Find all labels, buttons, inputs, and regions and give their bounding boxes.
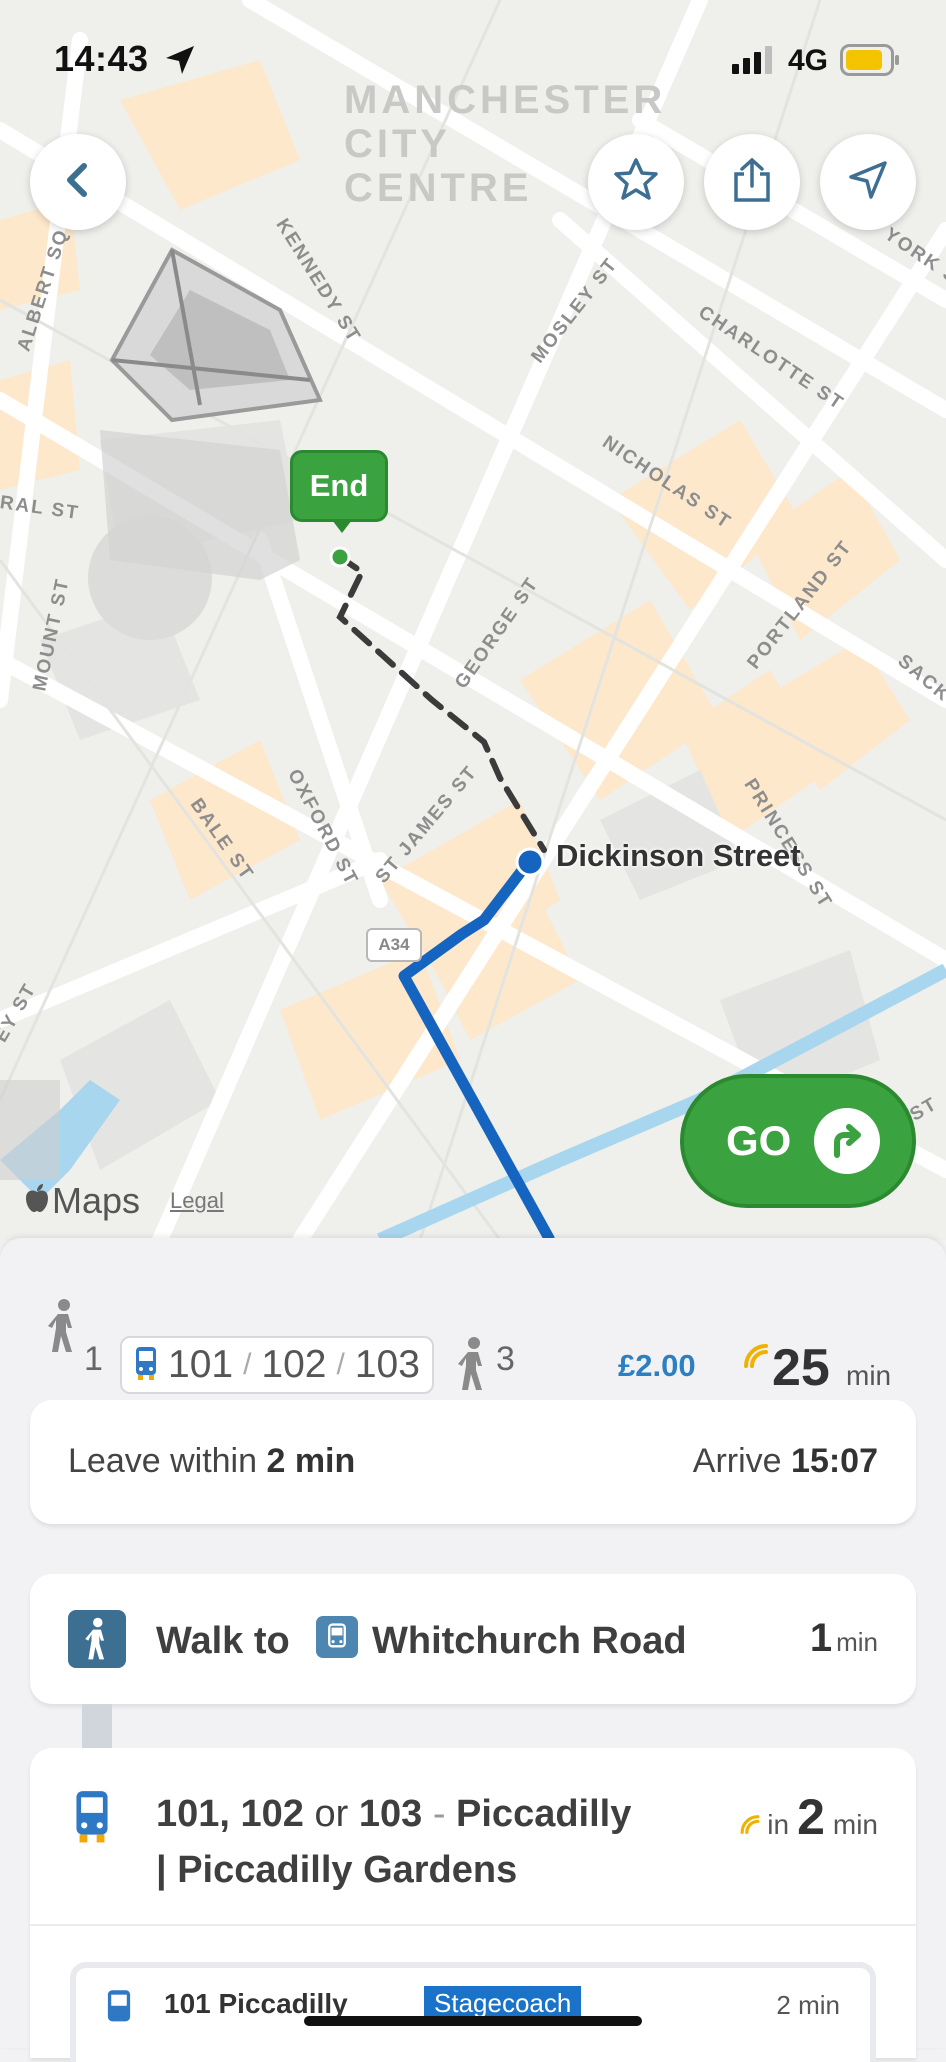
bus-icon bbox=[72, 1788, 112, 1849]
bus-due: in 2 min bbox=[739, 1788, 878, 1846]
stop-label[interactable]: Dickinson Street bbox=[556, 838, 801, 874]
chevron-left-icon bbox=[58, 160, 98, 205]
leave-value: 2 min bbox=[266, 1442, 356, 1480]
bus-destination: Piccadilly bbox=[456, 1793, 632, 1835]
walk-step-card[interactable]: Walk to Whitchurch Road 1 min bbox=[30, 1574, 916, 1704]
walk-to-label: Walk to bbox=[156, 1620, 290, 1662]
apple-maps-logo: Maps bbox=[24, 1180, 140, 1222]
maps-brand-text: Maps bbox=[52, 1180, 141, 1221]
bus-destination-detail: | Piccadilly Gardens bbox=[156, 1849, 518, 1891]
bus-stop-icon bbox=[316, 1616, 358, 1658]
road-shield: A34 bbox=[366, 928, 422, 962]
route-separator: / bbox=[336, 1348, 345, 1381]
apple-icon bbox=[24, 1180, 50, 1222]
route-separator: / bbox=[243, 1348, 252, 1381]
timing-card: Leave within 2 min Arrive 15:07 bbox=[30, 1400, 916, 1524]
bus-icon bbox=[104, 1988, 134, 2033]
bus-due-unit: min bbox=[832, 1809, 878, 1840]
walk-before-minutes: 1 bbox=[84, 1340, 103, 1378]
leave-within: Leave within 2 min bbox=[68, 1442, 355, 1481]
location-services-icon bbox=[164, 44, 196, 81]
bus-step-title: 101, 102 or 103 - Piccadilly | Piccadill… bbox=[156, 1786, 716, 1898]
favorite-button[interactable] bbox=[588, 134, 684, 230]
go-label: GO bbox=[726, 1117, 792, 1164]
journey-duration-unit: min bbox=[846, 1360, 892, 1391]
departure-time: 2 min bbox=[776, 1990, 840, 2020]
home-indicator[interactable] bbox=[304, 2016, 642, 2026]
walk-after-minutes: 3 bbox=[496, 1340, 515, 1378]
departure-option[interactable]: 101 Piccadilly Stagecoach 2 min bbox=[70, 1962, 876, 2062]
clock: 14:43 bbox=[54, 38, 149, 79]
recenter-button[interactable] bbox=[820, 134, 916, 230]
journey-summary[interactable]: 1 101 / 102 / 103 3 £2.00 25 min bbox=[0, 1286, 946, 1397]
journey-sheet[interactable]: 1 101 / 102 / 103 3 £2.00 25 min Leave w… bbox=[0, 1238, 946, 2062]
walk-duration: 1 min bbox=[810, 1616, 878, 1661]
realtime-icon bbox=[739, 1812, 761, 1839]
route-number: 101 bbox=[168, 1343, 234, 1386]
route-number: 103 bbox=[354, 1343, 420, 1386]
legal-link[interactable]: Legal bbox=[170, 1188, 224, 1214]
map-view[interactable]: MANCHESTER CITY CENTRE KENNEDY ST MOSLEY… bbox=[0, 0, 946, 1240]
walk-to-stop-name: Whitchurch Road bbox=[372, 1620, 687, 1662]
walk-duration-value: 1 bbox=[809, 1616, 833, 1660]
star-icon bbox=[612, 156, 660, 209]
walking-person-icon bbox=[48, 1298, 78, 1359]
turn-right-icon bbox=[814, 1108, 880, 1174]
journey-duration: 25 bbox=[772, 1339, 830, 1397]
arrive-value: 15:07 bbox=[791, 1442, 878, 1480]
battery-icon bbox=[840, 44, 900, 81]
status-bar: 14:43 4G bbox=[0, 0, 946, 110]
leave-prefix: Leave within bbox=[68, 1442, 258, 1480]
bus-due-value: 2 bbox=[797, 1789, 825, 1845]
walking-person-icon bbox=[68, 1610, 126, 1668]
back-button[interactable] bbox=[30, 134, 126, 230]
route-pill: 101 / 102 / 103 bbox=[120, 1336, 434, 1394]
end-marker-label: End bbox=[309, 468, 369, 503]
bus-routes: 101, 102 bbox=[156, 1793, 304, 1835]
network-type: 4G bbox=[788, 44, 829, 77]
route-number: 102 bbox=[261, 1343, 327, 1386]
cellular-signal-icon bbox=[732, 46, 776, 79]
bus-title-dash: - bbox=[432, 1793, 446, 1835]
divider bbox=[30, 1924, 916, 1926]
bus-step-card[interactable]: 101, 102 or 103 - Piccadilly | Piccadill… bbox=[30, 1748, 916, 2062]
fare-price: £2.00 bbox=[618, 1348, 696, 1383]
step-connector bbox=[82, 1704, 112, 1748]
arrive-time: Arrive 15:07 bbox=[693, 1442, 878, 1481]
go-button[interactable]: GO bbox=[680, 1074, 916, 1208]
bus-routes-or: or bbox=[314, 1793, 349, 1835]
share-button[interactable] bbox=[704, 134, 800, 230]
realtime-icon bbox=[742, 1340, 770, 1373]
end-marker[interactable]: End bbox=[290, 450, 388, 533]
walking-person-icon bbox=[458, 1336, 488, 1397]
bus-icon bbox=[134, 1345, 158, 1386]
walk-duration-unit: min bbox=[836, 1627, 878, 1657]
arrive-prefix: Arrive bbox=[692, 1442, 782, 1480]
location-arrow-icon bbox=[845, 157, 891, 208]
bus-routes: 103 bbox=[358, 1793, 423, 1835]
share-icon bbox=[728, 156, 776, 209]
bus-due-prefix: in bbox=[767, 1809, 790, 1840]
